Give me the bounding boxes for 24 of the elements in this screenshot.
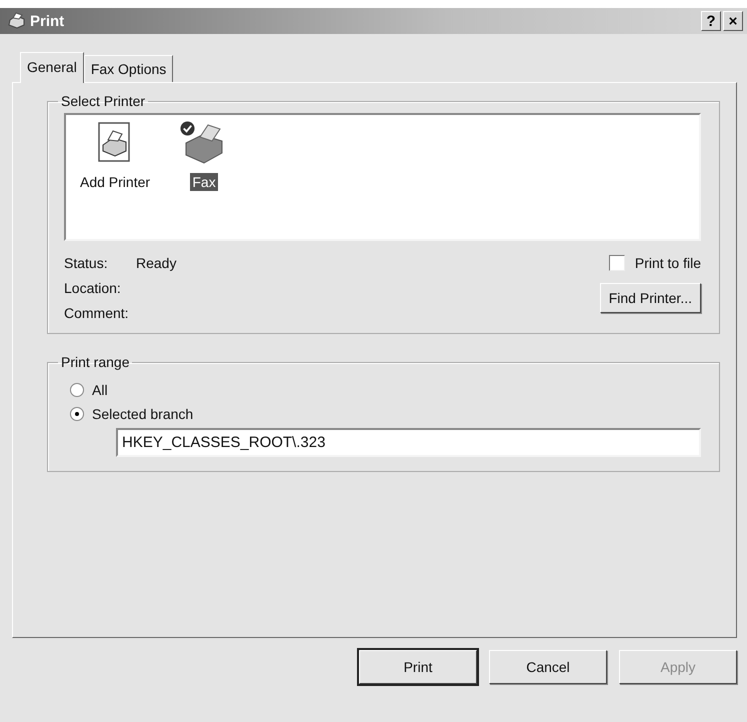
checkbox-label: Print to file: [634, 255, 701, 271]
dialog-button[interactable]: Cancel: [489, 650, 607, 684]
printer-name[interactable]: Add Printer: [78, 173, 152, 191]
radio-label: All: [92, 382, 108, 398]
dialog-button[interactable]: Print: [359, 650, 477, 684]
printer-name[interactable]: Fax: [190, 173, 218, 191]
find-printer-button[interactable]: Find Printer...: [600, 283, 701, 313]
branch-field[interactable]: HKEY_CLASSES_ROOT\.323: [116, 428, 701, 457]
help-button[interactable]: ?: [701, 11, 721, 31]
printer-icon: [6, 12, 26, 30]
location-label: Location:: [64, 280, 122, 296]
comment-label: Comment:: [64, 305, 130, 321]
checkbox[interactable]: [608, 255, 625, 271]
window-title: Print: [30, 12, 64, 30]
tab[interactable]: Fax Options: [84, 55, 174, 82]
group-title: Select Printer: [60, 93, 146, 109]
radio-button[interactable]: [70, 407, 84, 421]
radio-button[interactable]: [70, 383, 84, 397]
group-title: Print range: [60, 354, 130, 370]
status-value: Ready: [136, 255, 176, 271]
tab[interactable]: General: [20, 52, 84, 83]
status-label: Status:: [64, 255, 109, 271]
radio-label: Selected branch: [92, 406, 194, 422]
close-button[interactable]: ×: [723, 11, 743, 31]
